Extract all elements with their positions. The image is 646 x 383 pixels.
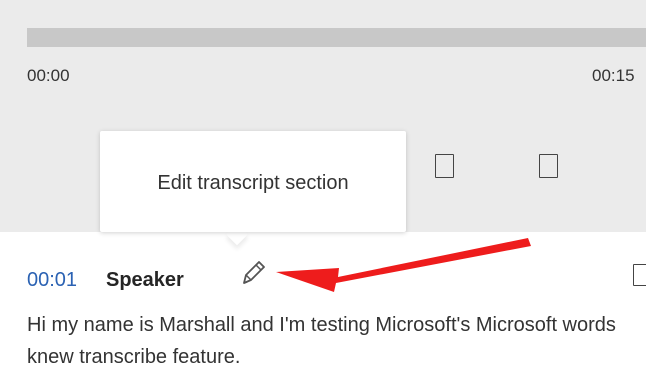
tooltip-text: Edit transcript section [157, 172, 349, 194]
progress-bar[interactable] [27, 28, 646, 47]
player-control-button[interactable] [435, 154, 454, 178]
transcript-text[interactable]: Hi my name is Marshall and I'm testing M… [27, 309, 637, 373]
total-time: 00:15 [592, 66, 635, 85]
edit-tooltip: Edit transcript section [100, 131, 406, 232]
current-time: 00:00 [27, 66, 70, 85]
entry-options-button[interactable] [633, 264, 646, 286]
entry-speaker: Speaker [106, 269, 184, 291]
player-control-button[interactable] [539, 154, 558, 178]
pencil-icon[interactable] [236, 256, 270, 290]
entry-timestamp[interactable]: 00:01 [27, 268, 77, 292]
